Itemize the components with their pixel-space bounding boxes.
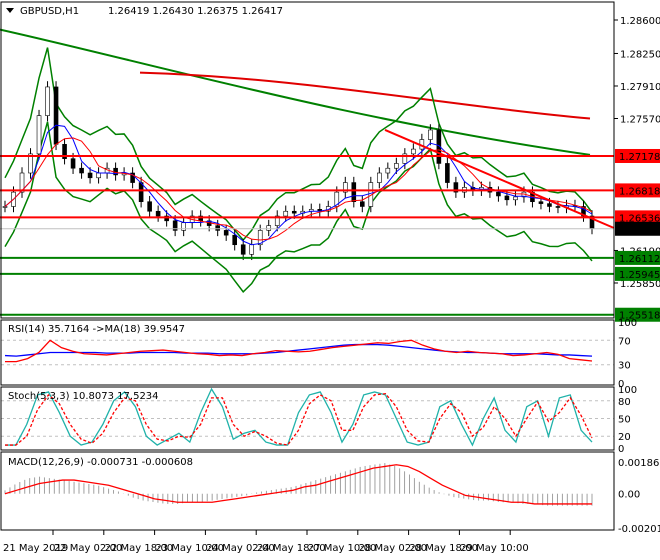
level-label: 1.26818 [619, 186, 660, 197]
candle-body [555, 206, 561, 208]
candle-body [45, 86, 50, 116]
candle-body [513, 196, 518, 201]
candle-body [215, 225, 220, 231]
axis-tick-label: 30 [618, 361, 631, 372]
axis-tick-label: 100 [618, 318, 637, 329]
rsi-line [5, 339, 593, 363]
candle-body [547, 203, 552, 207]
dropdown-triangle-icon[interactable] [6, 8, 14, 13]
candle-body [351, 182, 357, 202]
candle-body [360, 201, 365, 207]
price-tick-label: 1.27910 [620, 82, 660, 93]
candle-body [70, 158, 76, 169]
candle-body [79, 167, 84, 174]
axis-tick-label: 0.001861 [618, 458, 660, 469]
ma-fast-blue [4, 124, 593, 246]
panel-frame [0, 1, 615, 319]
stoch-title: Stoch(5,3,3) 10.8073 17.5234 [8, 391, 159, 402]
ma-fast-red [4, 137, 593, 241]
axis-tick-label: 50 [618, 415, 631, 426]
candle-body [96, 172, 101, 179]
candle-body [291, 210, 297, 214]
axis-tick-label: 20 [618, 432, 631, 443]
price-tick-label: 1.27570 [620, 114, 660, 125]
candle-body [240, 244, 246, 255]
time-axis: 21 May 201922 May 02:0022 May 18:0023 Ma… [3, 530, 529, 554]
symbol-label: GBPUSD,H1 [20, 6, 79, 17]
bollinger-upper [4, 47, 593, 242]
axis-tick-label: 100 [618, 385, 637, 396]
candle-body [385, 167, 391, 174]
candle-body [2, 206, 8, 208]
price-tick-label: 1.28250 [620, 49, 660, 60]
level-label: 1.27178 [619, 152, 660, 163]
axis-tick-label: -0.002011 [618, 524, 660, 535]
candle-body [283, 210, 289, 217]
bollinger-lower [4, 121, 593, 294]
candle-body [232, 234, 237, 246]
candle-body [155, 210, 161, 217]
axis-tick-label: 0 [618, 444, 624, 455]
candle-body [53, 86, 59, 145]
candle-body [249, 244, 255, 255]
candle-body [138, 182, 144, 202]
level-label: 1.26112 [619, 254, 660, 265]
candle-body [36, 115, 42, 155]
moving-average-green [0, 28, 591, 156]
chart-canvas[interactable]: 1.286001.282501.279101.275701.261901.258… [0, 0, 660, 560]
candle-body [538, 201, 544, 204]
macd-signal-line [4, 464, 592, 505]
macd-title: MACD(12,26,9) -0.000731 -0.000608 [8, 457, 193, 468]
candle-body [428, 129, 433, 140]
candle-body [377, 172, 382, 183]
ohlc-values: 1.26419 1.26430 1.26375 1.26417 [108, 6, 283, 17]
price-panel: 1.286001.282501.279101.275701.261901.258… [0, 16, 660, 322]
axis-tick-label: 80 [618, 397, 631, 408]
candle-body [445, 163, 450, 183]
candle-body [496, 191, 501, 197]
candle-body [266, 225, 272, 231]
candle-body [394, 163, 399, 169]
level-label: 1.25945 [619, 270, 660, 281]
axis-tick-label: 70 [618, 336, 631, 347]
time-label: 29 May 10:00 [460, 543, 529, 554]
macd-panel: 0.001861 0.00 -0.002011 [4, 458, 660, 535]
candle-body [223, 230, 229, 236]
price-tick-label: 1.28600 [620, 16, 660, 27]
rsi-title: RSI(14) 35.7164 ->MA(18) 39.9547 [8, 324, 185, 335]
candle-body [147, 201, 152, 212]
candle-body [504, 195, 510, 201]
trading-chart[interactable]: 1.286001.282501.279101.275701.261901.258… [0, 0, 660, 560]
current-price-label: 1.26417 [619, 225, 660, 236]
candle-body [411, 148, 416, 155]
candle-body [87, 172, 93, 179]
axis-tick-label: 0.00 [618, 490, 640, 501]
trendline [384, 129, 615, 229]
